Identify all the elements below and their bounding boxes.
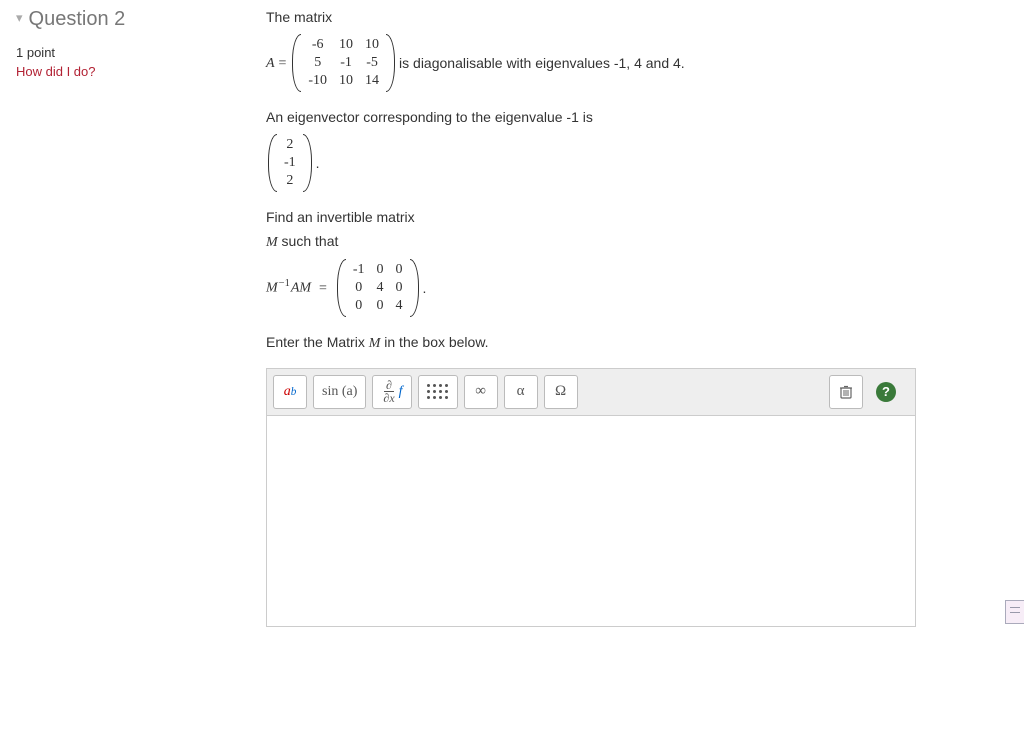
eigenvector-display: 2 -1 2 . (266, 132, 1008, 195)
enter-prompt: Enter the Matrix M in the box below. (266, 333, 1008, 354)
find-text: Find an invertible matrix (266, 208, 1008, 228)
clear-button[interactable] (829, 375, 863, 409)
omega-button[interactable]: Ω (544, 375, 578, 409)
derivative-button[interactable]: ∂ ∂x f (372, 375, 411, 409)
question-title[interactable]: ▾ Question 2 (16, 8, 246, 31)
answer-input[interactable] (266, 415, 916, 627)
intro-text: The matrix (266, 8, 1008, 28)
trash-icon (838, 384, 854, 400)
matrix-a: -61010 5-1-5 -101014 (292, 34, 395, 93)
help-button[interactable]: ? (869, 375, 903, 409)
help-icon: ? (876, 382, 896, 402)
matrix-d: -100 040 004 (337, 259, 419, 318)
m-such-that: M such that (266, 232, 1008, 253)
how-did-i-do-link[interactable]: How did I do? (16, 64, 246, 79)
infinity-button[interactable]: ∞ (464, 375, 498, 409)
alpha-button[interactable]: α (504, 375, 538, 409)
matrix-a-equation: A = -61010 5-1-5 -101014 is diagonalisab… (266, 32, 1008, 95)
matrix-icon (427, 384, 449, 400)
diag-equation: M−1AM = -100 040 004 . (266, 257, 1008, 320)
question-title-text: Question 2 (29, 8, 126, 30)
editor-toolbar: ab sin (a) ∂ ∂x f (266, 368, 916, 415)
points-label: 1 point (16, 45, 246, 60)
matrix-button[interactable] (418, 375, 458, 409)
trig-button[interactable]: sin (a) (313, 375, 366, 409)
eigenvector: 2 -1 2 (268, 134, 312, 193)
diag-text: is diagonalisable with eigenvalues -1, 4… (399, 55, 685, 71)
exponent-button[interactable]: ab (273, 375, 307, 409)
eigen-intro: An eigenvector corresponding to the eige… (266, 108, 1008, 128)
side-tab[interactable] (1005, 600, 1024, 624)
collapse-icon: ▾ (16, 10, 23, 26)
